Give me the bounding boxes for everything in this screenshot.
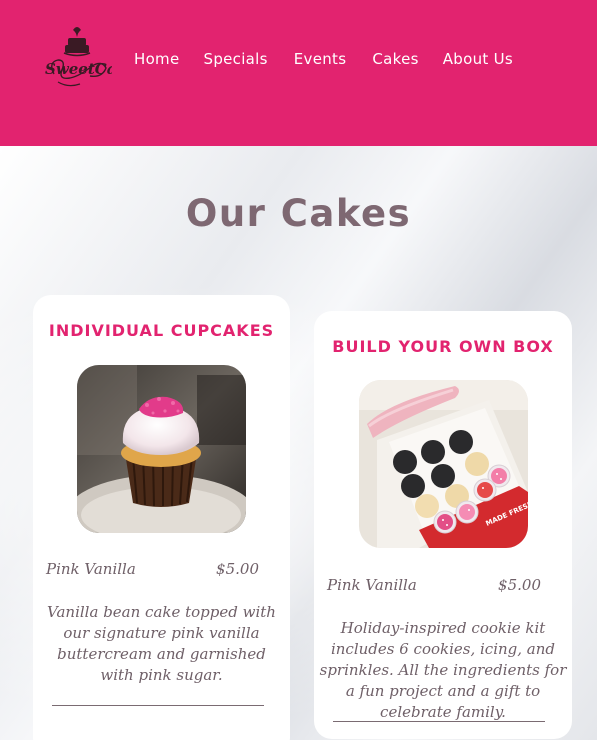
nav-home[interactable]: Home (134, 50, 180, 68)
card-divider (52, 705, 264, 706)
cupcake-photo (77, 365, 246, 533)
item-description: Vanilla bean cake topped with our signat… (47, 603, 276, 684)
site-header: SweetCake Home Specials Events Cakes Abo… (0, 0, 597, 146)
nav-about-us[interactable]: About Us (443, 50, 513, 68)
item-name: Pink Vanilla (46, 560, 136, 578)
logo-text: SweetCake (45, 60, 112, 78)
main-nav: Home Specials Events Cakes About Us (134, 50, 513, 68)
nav-specials[interactable]: Specials (204, 50, 268, 68)
product-card-cupcakes: INDIVIDUAL CUPCAKES Pink Vanilla $5.00 V… (33, 295, 290, 740)
item-name: Pink Vanilla (327, 576, 417, 594)
item-description: Holiday-inspired cookie kit includes 6 c… (319, 619, 567, 721)
page-title: Our Cakes (185, 192, 412, 235)
card-heading: BUILD YOUR OWN BOX (332, 337, 554, 356)
item-price: $5.00 (216, 560, 259, 578)
nav-cakes[interactable]: Cakes (372, 50, 418, 68)
cookie-kit-photo: MADE FRESH (359, 380, 528, 548)
item-price: $5.00 (498, 576, 541, 594)
product-card-build-box: BUILD YOUR OWN BOX MADE FRESH Pink Vanil… (314, 311, 572, 739)
nav-events[interactable]: Events (294, 50, 347, 68)
card-heading: INDIVIDUAL CUPCAKES (48, 321, 275, 340)
cakes-section: Our Cakes INDIVIDUAL CUPCAKES Pink Vanil… (0, 146, 597, 740)
sweetcake-logo[interactable]: SweetCake (40, 22, 136, 94)
card-divider (333, 721, 545, 722)
